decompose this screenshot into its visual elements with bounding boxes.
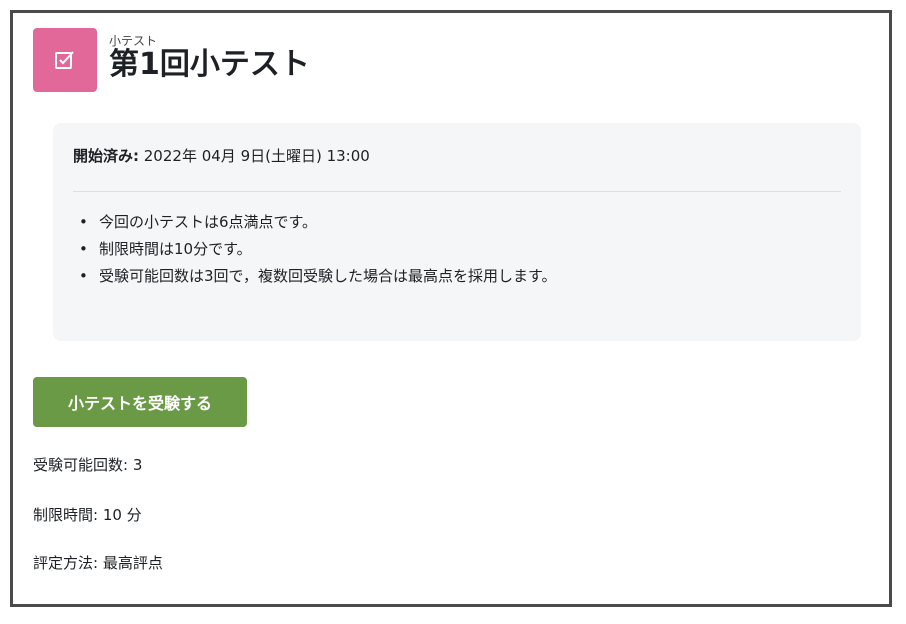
opened-value: 2022年 04月 9日(土曜日) 13:00 bbox=[139, 147, 370, 165]
header-text: 小テスト 第1回小テスト bbox=[109, 34, 310, 84]
quiz-page-frame: 小テスト 第1回小テスト 開始済み: 2022年 04月 9日(土曜日) 13:… bbox=[10, 10, 892, 607]
opened-label: 開始済み: bbox=[73, 147, 139, 165]
divider bbox=[73, 191, 841, 192]
opened-date: 開始済み: 2022年 04月 9日(土曜日) 13:00 bbox=[73, 145, 370, 166]
attempts-allowed: 受験可能回数: 3 bbox=[33, 456, 143, 474]
quiz-checkbox-icon bbox=[33, 28, 97, 92]
list-item: 制限時間は10分です。 bbox=[79, 236, 556, 263]
quiz-info-box: 開始済み: 2022年 04月 9日(土曜日) 13:00 今回の小テストは6点… bbox=[53, 123, 861, 341]
list-item: 受験可能回数は3回で，複数回受験した場合は最高点を採用します。 bbox=[79, 263, 556, 290]
time-limit: 制限時間: 10 分 bbox=[33, 506, 142, 524]
page-title: 第1回小テスト bbox=[109, 47, 310, 82]
quiz-intro-list: 今回の小テストは6点満点です。 制限時間は10分です。 受験可能回数は3回で，複… bbox=[79, 209, 556, 290]
attempt-quiz-button[interactable]: 小テストを受験する bbox=[33, 377, 247, 427]
grading-method: 評定方法: 最高評点 bbox=[33, 554, 163, 572]
list-item: 今回の小テストは6点満点です。 bbox=[79, 209, 556, 236]
